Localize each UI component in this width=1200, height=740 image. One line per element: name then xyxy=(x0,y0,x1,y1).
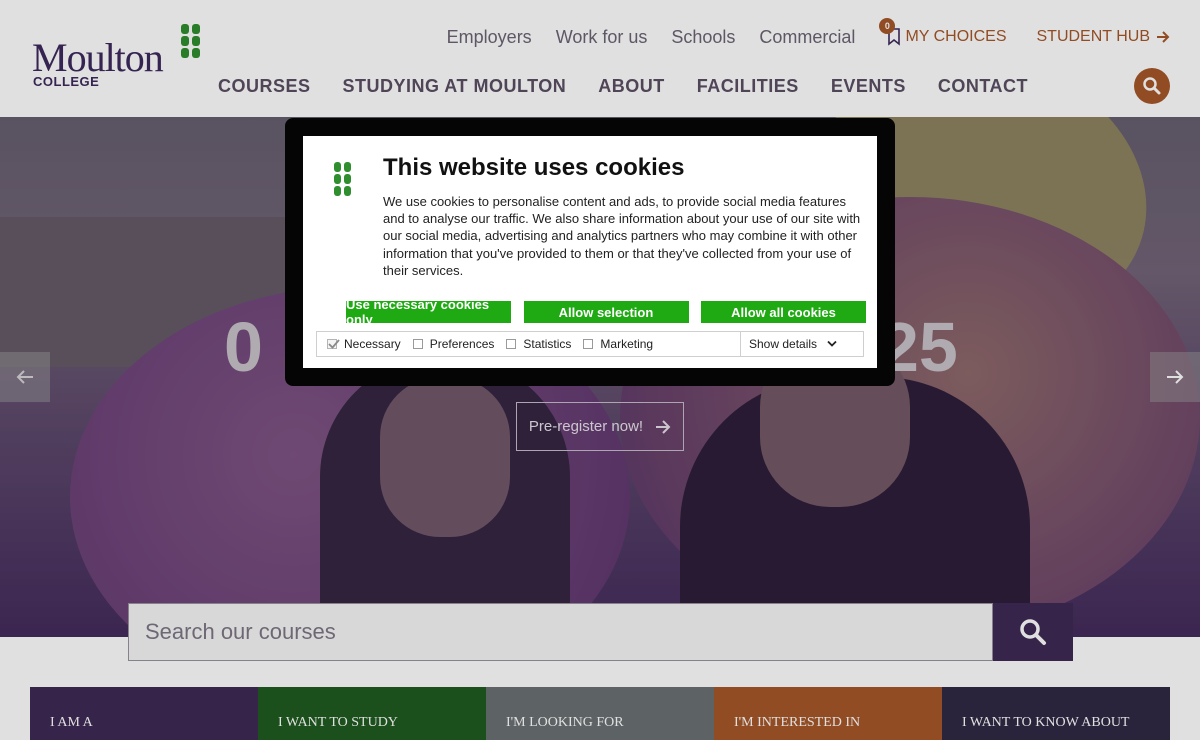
option-necessary: Necessary xyxy=(327,337,401,351)
show-details-toggle[interactable]: Show details xyxy=(740,332,863,356)
preferences-checkbox[interactable] xyxy=(412,339,423,349)
marketing-label: Marketing xyxy=(600,337,654,351)
leaf-logo-icon xyxy=(334,162,351,196)
show-details-label: Show details xyxy=(749,337,818,351)
preferences-label: Preferences xyxy=(429,337,495,351)
cookie-button-row: Use necessary cookies only Allow selecti… xyxy=(346,297,866,327)
cookie-dialog-text: We use cookies to personalise content an… xyxy=(383,194,861,278)
cookie-dialog-title: This website uses cookies xyxy=(383,154,685,181)
necessary-checkbox xyxy=(327,339,340,349)
checkmark-icon xyxy=(328,339,340,349)
option-preferences[interactable]: Preferences xyxy=(412,337,495,351)
allow-all-cookies-button[interactable]: Allow all cookies xyxy=(701,301,866,323)
cookie-options-bar: Necessary Preferences Statistics Marketi… xyxy=(316,331,864,357)
allow-selection-button[interactable]: Allow selection xyxy=(523,301,689,323)
statistics-checkbox[interactable] xyxy=(506,339,517,349)
use-necessary-cookies-button[interactable]: Use necessary cookies only xyxy=(346,297,511,327)
necessary-label: Necessary xyxy=(344,337,401,351)
option-statistics[interactable]: Statistics xyxy=(506,337,571,351)
statistics-label: Statistics xyxy=(523,337,572,351)
option-marketing[interactable]: Marketing xyxy=(583,337,653,351)
marketing-checkbox[interactable] xyxy=(583,339,594,349)
chevron-down-icon xyxy=(827,340,837,347)
cookie-consent-dialog: This website uses cookies We use cookies… xyxy=(303,136,877,368)
